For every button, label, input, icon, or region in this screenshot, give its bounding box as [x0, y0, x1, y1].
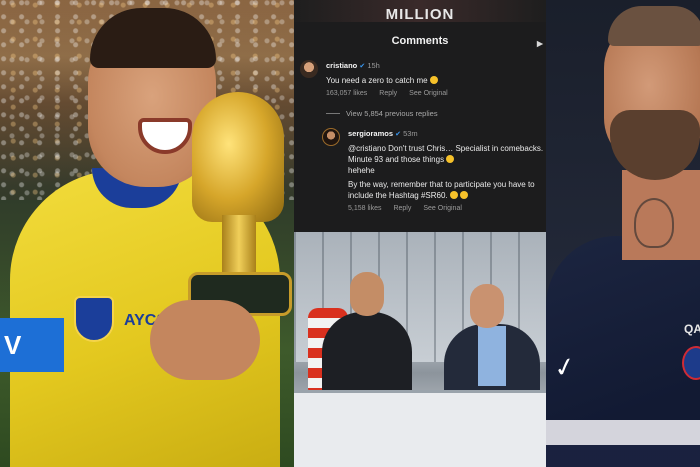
- view-previous-label[interactable]: View 5,854 previous replies: [346, 109, 438, 118]
- comment-header: cristiano ✔ 15h: [326, 60, 538, 72]
- likes-count[interactable]: 163,057 likes: [326, 90, 367, 97]
- trophy-stem: [222, 215, 256, 275]
- club-crest: [74, 296, 114, 342]
- comment-time: 15h: [367, 61, 380, 70]
- comments-sheet: Comments cristiano ✔ 15h You need a zero…: [294, 22, 546, 232]
- laughing-emoji-icon: [446, 155, 455, 163]
- comment-body: You need a zero to catch me: [326, 76, 428, 85]
- comment-actions: 163,057 likes Reply See Original: [326, 90, 538, 97]
- comment-text: You need a zero to catch me: [326, 75, 538, 86]
- balcony-railing: [294, 390, 546, 467]
- comment-username[interactable]: sergioramos: [348, 129, 393, 138]
- comment-header: sergioramos ✔ 53m: [348, 128, 546, 140]
- jersey-text: QA: [684, 322, 700, 336]
- comment-username[interactable]: cristiano: [326, 61, 357, 70]
- comment-sergioramos: sergioramos ✔ 53m @cristiano Don't trust…: [294, 128, 546, 212]
- avatar[interactable]: [300, 60, 318, 78]
- send-icon[interactable]: [536, 40, 544, 48]
- laughing-emoji-icon: [429, 76, 438, 84]
- player-hair: [608, 6, 700, 46]
- likes-count[interactable]: 5,158 likes: [348, 205, 381, 212]
- hand: [150, 300, 260, 380]
- comment-text: @cristiano Don't trust Chris… Specialist…: [348, 143, 546, 176]
- see-original-button[interactable]: See Original: [423, 205, 462, 212]
- right-photo: QA ✓: [546, 0, 700, 467]
- see-original-button[interactable]: See Original: [409, 90, 448, 97]
- comments-header: Comments: [294, 22, 546, 60]
- comment-time: 53m: [403, 129, 418, 138]
- person-right-shirt: [478, 326, 506, 386]
- jacket-stripe: [546, 420, 700, 467]
- comment-body-2: hehehe: [348, 166, 375, 175]
- top-photo-strip: MILLION: [294, 0, 546, 22]
- comment-text-2: By the way, remember that to participate…: [348, 179, 546, 201]
- comment-body-3: By the way, remember that to participate…: [348, 180, 535, 200]
- comment-body: @cristiano Don't trust Chris… Specialist…: [348, 144, 544, 164]
- captain-armband: V: [0, 318, 64, 372]
- trophy-cup: [192, 92, 284, 222]
- avatar[interactable]: [322, 128, 340, 146]
- verified-badge-icon: ✔: [359, 63, 366, 70]
- laughing-emoji-icon: [449, 191, 458, 199]
- laughing-emoji-icon: [459, 191, 468, 199]
- person-left-head: [350, 272, 384, 316]
- balcony-photo: [294, 232, 546, 467]
- instagram-screenshot: MILLION Comments cristiano ✔ 15h You nee…: [294, 0, 546, 467]
- comment-actions: 5,158 likes Reply See Original: [348, 205, 546, 212]
- verified-badge-icon: ✔: [395, 131, 401, 138]
- left-photo: AYCS V: [0, 0, 294, 467]
- neck-tattoo: [634, 198, 674, 248]
- reply-button[interactable]: Reply: [379, 90, 397, 97]
- top-strip-text: MILLION: [385, 6, 455, 23]
- comment-cristiano: cristiano ✔ 15h You need a zero to catch…: [294, 60, 546, 97]
- comments-title: Comments: [391, 35, 449, 47]
- reply-button[interactable]: Reply: [393, 205, 411, 212]
- divider-line: [326, 113, 340, 114]
- view-previous-replies[interactable]: View 5,854 previous replies: [294, 109, 546, 118]
- person-right-head: [470, 284, 504, 328]
